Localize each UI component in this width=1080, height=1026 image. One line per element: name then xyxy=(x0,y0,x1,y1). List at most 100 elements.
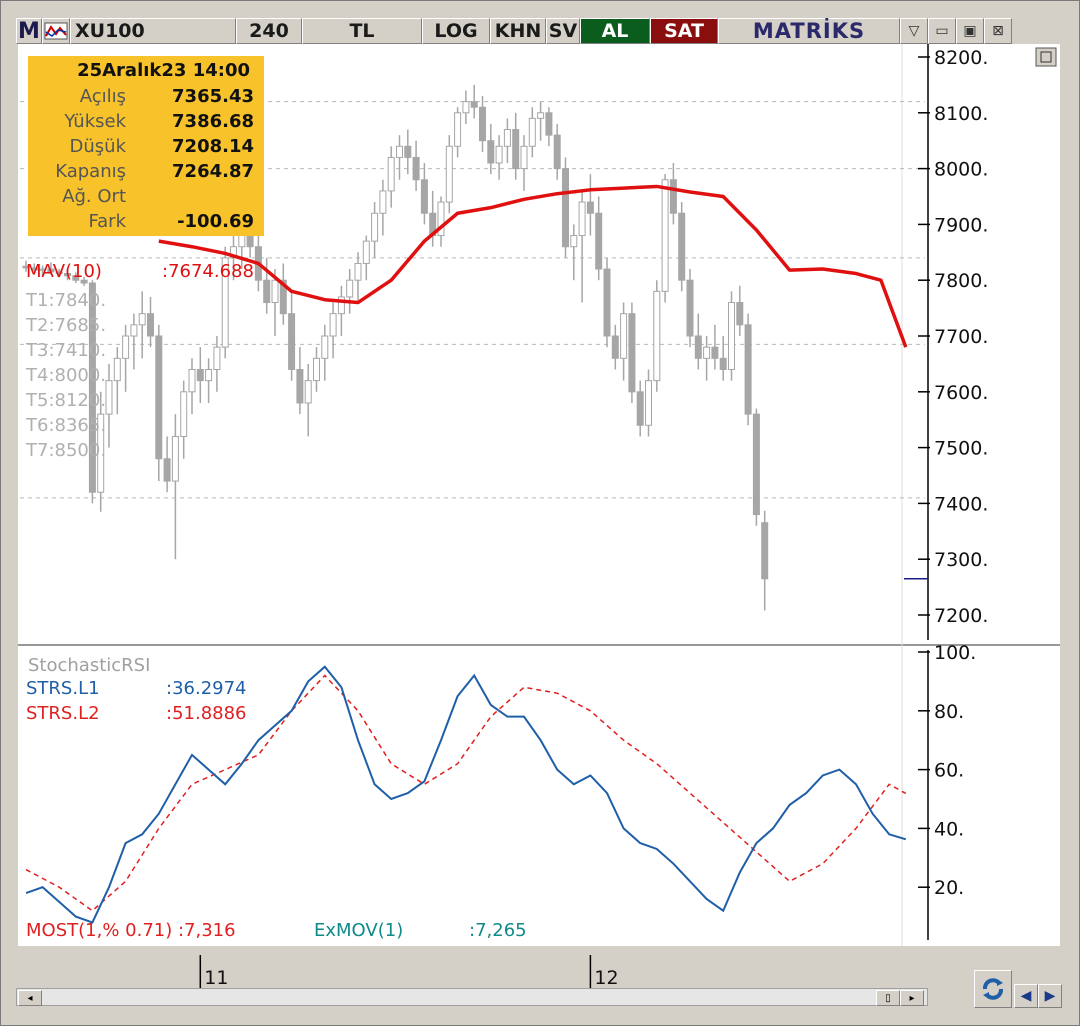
time-tick-label: 12 xyxy=(594,967,618,989)
candle-body xyxy=(562,168,569,248)
info-value: 7365.43 xyxy=(172,86,254,107)
target-level: T7:8500. xyxy=(26,440,107,461)
candle-body xyxy=(495,145,503,164)
candle-body xyxy=(512,129,520,170)
info-row: Yüksek 7386.68 xyxy=(28,109,264,134)
stoch-tick-label: 60. xyxy=(934,760,964,782)
candle-body xyxy=(744,324,752,415)
price-tick-label: 7300. xyxy=(934,549,988,571)
candle-body xyxy=(296,368,304,404)
candle-body xyxy=(578,201,586,237)
candle-body xyxy=(105,380,113,415)
candle-body xyxy=(620,313,628,359)
info-row: Ağ. Ort xyxy=(28,184,264,209)
candle-body xyxy=(752,413,760,516)
info-key: Yüksek xyxy=(64,111,126,132)
info-date: 25Aralık23 14:00 xyxy=(77,59,250,81)
stoch-tick-label: 20. xyxy=(934,877,964,899)
info-key: Kapanış xyxy=(55,161,126,182)
candle-body xyxy=(479,106,486,142)
most-label: MOST(1,% 0.71) :7,316 xyxy=(26,920,236,941)
candle-body xyxy=(711,346,719,359)
info-key: Düşük xyxy=(69,136,126,157)
candle-body xyxy=(611,335,619,359)
candle-body xyxy=(503,129,511,147)
ohlc-info-box: 25Aralık23 14:00 Açılış 7365.43 Yüksek 738… xyxy=(28,56,264,236)
candle-body xyxy=(678,212,686,281)
candle-body xyxy=(420,179,428,214)
target-level: T2:7685. xyxy=(26,315,107,336)
l2-legend: STRS.L2:51.8886 xyxy=(26,703,247,724)
scroll-left-icon[interactable]: ◂ xyxy=(18,990,42,1006)
candle-body xyxy=(346,279,354,298)
candle-body xyxy=(304,380,312,404)
candle-body xyxy=(354,262,362,281)
info-value: 7208.14 xyxy=(172,136,254,157)
candle-body xyxy=(196,368,204,382)
candle-body xyxy=(263,279,271,304)
candle-body xyxy=(180,391,188,437)
price-tick-label: 7500. xyxy=(934,438,988,460)
price-tick-label: 7800. xyxy=(934,270,988,292)
candle-body xyxy=(321,335,329,359)
candle-body xyxy=(205,368,213,382)
l2-value: :51.8886 xyxy=(166,703,247,724)
panel-maximize-icon[interactable] xyxy=(1035,47,1057,67)
candle-body xyxy=(470,101,478,108)
target-level: T4:8000. xyxy=(26,365,107,386)
candle-body xyxy=(462,101,470,114)
candle-body xyxy=(603,268,611,337)
candle-body xyxy=(694,335,702,359)
stoch-tick-label: 80. xyxy=(934,701,964,723)
candle-body xyxy=(653,290,661,382)
candle-body xyxy=(454,112,462,147)
pan-left-icon[interactable]: ◀ xyxy=(1014,984,1038,1008)
candle-body xyxy=(155,335,163,460)
candle-body xyxy=(520,145,528,170)
exmov-value: :7,265 xyxy=(469,920,527,941)
candle-body xyxy=(412,156,420,181)
price-tick-label: 8100. xyxy=(934,103,988,125)
info-key: Açılış xyxy=(79,86,126,107)
info-value: -100.69 xyxy=(177,211,254,232)
target-level: T3:7410. xyxy=(26,340,107,361)
candle-body xyxy=(379,190,387,214)
candle-body xyxy=(445,145,453,203)
candle-body xyxy=(188,368,196,393)
candle-body xyxy=(371,212,379,242)
stoch-title: StochasticRSI xyxy=(28,655,151,676)
l1-value: :36.2974 xyxy=(166,678,247,699)
candle-body xyxy=(628,313,636,393)
candle-body xyxy=(636,391,644,426)
candle-body xyxy=(487,140,495,164)
candle-body xyxy=(545,112,553,136)
candle-body xyxy=(163,458,171,482)
target-level: T1:7840. xyxy=(26,290,107,311)
candle-body xyxy=(553,134,561,170)
price-tick-label: 8200. xyxy=(934,47,988,69)
candle-body xyxy=(288,313,296,370)
info-row: Açılış 7365.43 xyxy=(28,84,264,109)
scroll-right-icon[interactable]: ▸ xyxy=(900,990,924,1006)
candle-body xyxy=(645,380,652,426)
candle-body xyxy=(661,179,669,292)
price-tick-label: 8000. xyxy=(934,159,988,181)
candle-body xyxy=(396,145,403,158)
price-tick-label: 7700. xyxy=(934,326,988,348)
stoch-tick-label: 100. xyxy=(934,642,976,664)
candle-body xyxy=(362,240,370,264)
info-value: 7386.68 xyxy=(172,111,254,132)
refresh-icon[interactable] xyxy=(974,970,1012,1008)
candle-body xyxy=(703,346,711,359)
info-value: 7264.87 xyxy=(172,161,254,182)
candle-body xyxy=(138,313,146,326)
horizontal-scrollbar[interactable] xyxy=(16,988,928,1006)
candle-body xyxy=(669,179,677,214)
info-key: Ağ. Ort xyxy=(62,186,126,207)
pan-right-icon[interactable]: ▶ xyxy=(1038,984,1062,1008)
candle-body xyxy=(147,313,154,337)
price-tick-label: 7900. xyxy=(934,214,988,236)
info-row: Fark -100.69 xyxy=(28,209,264,234)
scroll-thumb[interactable]: ▯ xyxy=(876,990,900,1006)
candle-body xyxy=(728,302,735,370)
